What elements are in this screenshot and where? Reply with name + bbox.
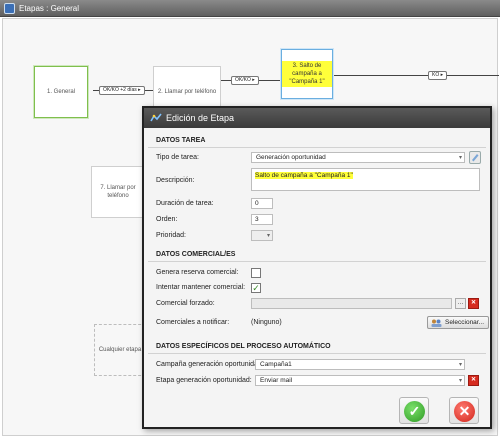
forzado-field[interactable] xyxy=(251,298,452,309)
chevron-down-icon: ▾ xyxy=(458,378,462,384)
node-salto-campana[interactable]: 3. Salto de campaña a "Campaña 1" xyxy=(281,49,333,99)
forzado-browse-button[interactable]: … xyxy=(455,298,466,309)
reserva-checkbox[interactable] xyxy=(251,268,261,278)
etapa-label: Etapa generación oportunidad: xyxy=(156,377,252,384)
notificar-label: Comerciales a notificar: xyxy=(156,319,230,326)
edge-label-1-2[interactable]: OK/KO +2 días ▸ xyxy=(99,86,145,95)
window-title-bar: Etapas : General xyxy=(0,0,500,17)
prioridad-label: Prioridad: xyxy=(156,232,186,239)
window-title: Etapas : General xyxy=(19,4,80,13)
forzado-clear-button[interactable]: ✕ xyxy=(468,298,479,309)
notificar-value: (Ninguno) xyxy=(251,319,282,326)
reserva-label: Genera reserva comercial: xyxy=(156,269,239,276)
campana-select[interactable]: Campaña1 ▾ xyxy=(255,359,465,370)
section-datos-comercial: DATOS COMERCIAL/ES xyxy=(148,248,486,262)
node-salto-label: 3. Salto de campaña a "Campaña 1" xyxy=(282,61,332,87)
chevron-down-icon: ▾ xyxy=(266,233,270,239)
node-llamar-telefono-7[interactable]: 7. Llamar por teléfono xyxy=(91,166,145,218)
close-icon: ✕ xyxy=(470,300,477,306)
node-llamar7-label: 7. Llamar por teléfono xyxy=(100,185,136,199)
duracion-label: Duración de tarea: xyxy=(156,200,214,207)
stages-app-icon xyxy=(4,3,15,14)
seleccionar-label: Seleccionar... xyxy=(445,319,485,326)
tipo-tarea-label: Tipo de tarea: xyxy=(156,154,199,161)
accept-button[interactable]: ✓ xyxy=(399,397,429,424)
orden-label: Orden: xyxy=(156,216,178,223)
edit-task-type-icon[interactable] xyxy=(469,151,481,164)
dialog-title-bar: Edición de Etapa xyxy=(144,108,490,128)
edit-stage-dialog: Edición de Etapa DATOS TAREA Tipo de tar… xyxy=(142,106,492,429)
node-llamar-label: 2. Llamar por teléfono xyxy=(157,89,217,95)
close-icon: ✕ xyxy=(470,377,477,383)
tipo-tarea-value: Generación oportunidad xyxy=(256,154,326,161)
node-cualquier-etapa[interactable]: Cualquier etapa xyxy=(94,324,146,376)
mantener-label: Intentar mantener comercial: xyxy=(156,284,246,291)
checkmark-icon: ✓ xyxy=(252,283,260,293)
descripcion-field[interactable]: Salto de campaña a "Campaña 1" xyxy=(251,168,480,191)
close-icon: ✕ xyxy=(454,401,475,422)
chevron-down-icon: ▾ xyxy=(458,362,462,368)
node-general[interactable]: 1. General xyxy=(34,66,88,118)
etapa-select[interactable]: Enviar mail ▾ xyxy=(255,375,465,386)
cancel-button[interactable]: ✕ xyxy=(449,397,479,424)
campana-label: Campaña generación oportunidad: xyxy=(156,361,264,368)
section-datos-especificos: DATOS ESPECÍFICOS DEL PROCESO AUTOMÁTICO xyxy=(148,340,486,354)
etapa-value: Enviar mail xyxy=(260,377,293,384)
etapa-clear-button[interactable]: ✕ xyxy=(468,375,479,386)
checkmark-icon: ✓ xyxy=(404,401,425,422)
seleccionar-button[interactable]: Seleccionar... xyxy=(427,316,490,329)
dialog-title: Edición de Etapa xyxy=(166,113,235,123)
orden-field[interactable]: 3 xyxy=(251,214,273,225)
campana-value: Campaña1 xyxy=(260,361,292,368)
descripcion-label: Descripción: xyxy=(156,177,195,184)
node-cualquier-label: Cualquier etapa xyxy=(98,347,142,353)
chevron-down-icon: ▾ xyxy=(458,155,462,161)
edge-label-2-3[interactable]: OK/KO ▸ xyxy=(231,76,259,85)
tipo-tarea-select[interactable]: Generación oportunidad ▾ xyxy=(251,152,465,163)
edge-label-3-right[interactable]: KO ▸ xyxy=(428,71,448,80)
section-datos-tarea: DATOS TAREA xyxy=(148,134,486,148)
users-icon xyxy=(431,319,442,327)
descripcion-value: Salto de campaña a "Campaña 1" xyxy=(255,172,353,179)
prioridad-select[interactable]: ▾ xyxy=(251,230,273,241)
forzado-label: Comercial forzado: xyxy=(156,300,215,307)
stage-edit-icon xyxy=(150,113,162,122)
node-general-label: 1. General xyxy=(46,89,76,95)
duracion-field[interactable]: 0 xyxy=(251,198,273,209)
mantener-checkbox[interactable]: ✓ xyxy=(251,283,261,293)
edge-3-right xyxy=(333,75,499,76)
